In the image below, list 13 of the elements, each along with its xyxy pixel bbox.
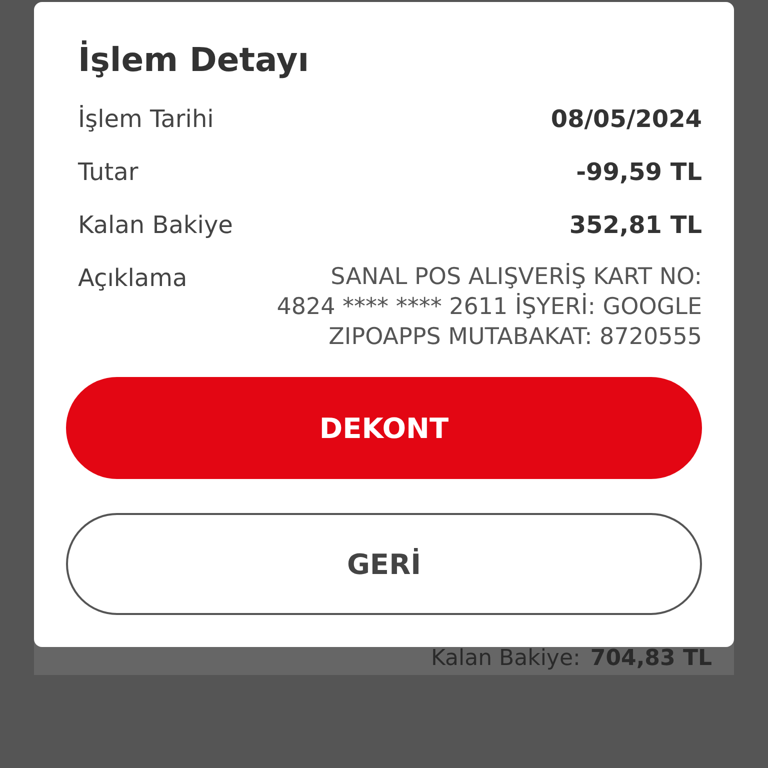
field-label: Kalan Bakiye [78,211,233,239]
field-value: -99,59 TL [576,158,702,186]
dekont-button[interactable]: DEKONT [66,377,702,479]
back-button[interactable]: GERİ [66,513,702,615]
dialog-title: İşlem Detayı [78,40,310,79]
field-label: İşlem Tarihi [78,105,214,133]
background-label: Kalan Bakiye: [430,646,580,671]
field-value: 08/05/2024 [550,105,702,133]
field-label: Tutar [78,158,138,186]
description-text: SANAL POS ALIŞVERİŞ KART NO: 4824 **** **** 2611 İŞYERİ: GOOGLE ZIPOAPPS MUTABAKAT: 8720555 [276,262,702,352]
field-label: Açıklama [78,264,188,292]
field-value: 352,81 TL [569,211,702,239]
background-value: 704,83 TL [590,646,712,671]
